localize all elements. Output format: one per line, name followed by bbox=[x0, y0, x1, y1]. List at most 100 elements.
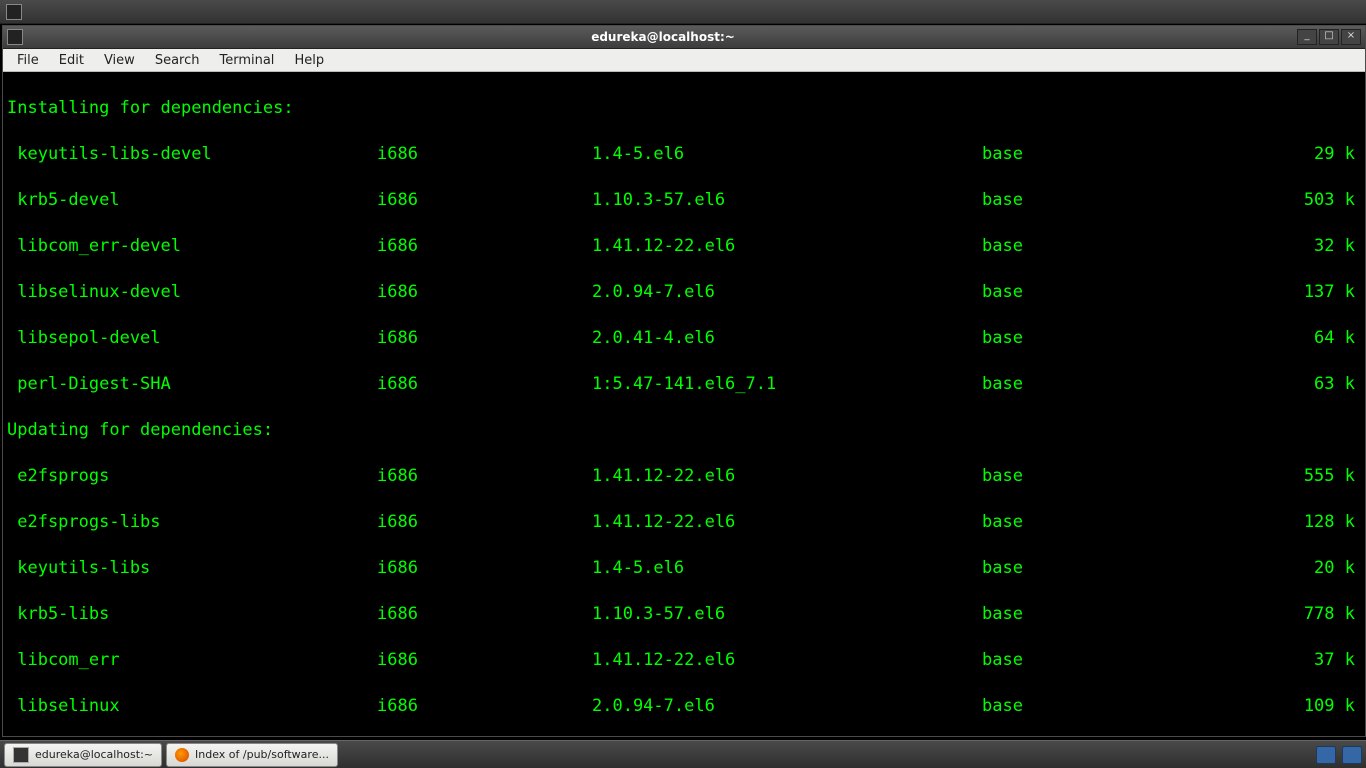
menu-view[interactable]: View bbox=[94, 51, 145, 70]
pkg-version: 2.0.41-4.el6 bbox=[592, 327, 982, 350]
close-button[interactable]: × bbox=[1341, 29, 1361, 45]
pkg-repo: base bbox=[982, 143, 1227, 166]
task-label: Index of /pub/software... bbox=[195, 748, 329, 761]
pkg-size: 37 k bbox=[1227, 649, 1361, 672]
pkg-row: libcom_err-develi6861.41.12-22.el6base32… bbox=[7, 235, 1361, 258]
bottom-taskbar: edureka@localhost:~ Index of /pub/softwa… bbox=[0, 740, 1366, 768]
tray-icon[interactable] bbox=[1316, 746, 1336, 764]
pkg-version: 1.41.12-22.el6 bbox=[592, 235, 982, 258]
pkg-size: 64 k bbox=[1227, 327, 1361, 350]
pkg-repo: base bbox=[982, 465, 1227, 488]
titlebar[interactable]: edureka@localhost:~ _ □ × bbox=[3, 26, 1365, 49]
pkg-version: 2.0.94-7.el6 bbox=[592, 695, 982, 718]
pkg-name: keyutils-libs bbox=[7, 557, 377, 580]
pkg-version: 1.41.12-22.el6 bbox=[592, 465, 982, 488]
firefox-icon bbox=[175, 748, 189, 762]
pkg-repo: base bbox=[982, 281, 1227, 304]
pkg-size: 63 k bbox=[1227, 373, 1361, 396]
pkg-repo: base bbox=[982, 327, 1227, 350]
pkg-row: e2fsprogs-libsi6861.41.12-22.el6base128 … bbox=[7, 511, 1361, 534]
menubar: File Edit View Search Terminal Help bbox=[3, 49, 1365, 72]
terminal-window: edureka@localhost:~ _ □ × File Edit View… bbox=[2, 25, 1366, 737]
pkg-name: e2fsprogs bbox=[7, 465, 377, 488]
terminal-viewport[interactable]: Installing for dependencies: keyutils-li… bbox=[3, 72, 1365, 736]
pkg-repo: base bbox=[982, 189, 1227, 212]
pkg-size: 29 k bbox=[1227, 143, 1361, 166]
pkg-arch: i686 bbox=[377, 695, 592, 718]
terminal-icon bbox=[13, 747, 29, 763]
pkg-row: keyutils-libsi6861.4-5.el6base20 k bbox=[7, 557, 1361, 580]
section-header: Updating for dependencies: bbox=[7, 419, 1361, 442]
pkg-arch: i686 bbox=[377, 465, 592, 488]
pkg-version: 1.4-5.el6 bbox=[592, 143, 982, 166]
pkg-size: 109 k bbox=[1227, 695, 1361, 718]
window-title: edureka@localhost:~ bbox=[31, 30, 1295, 44]
pkg-name: e2fsprogs-libs bbox=[7, 511, 377, 534]
pkg-arch: i686 bbox=[377, 143, 592, 166]
pkg-row: libsepol-develi6862.0.41-4.el6base64 k bbox=[7, 327, 1361, 350]
pkg-arch: i686 bbox=[377, 603, 592, 626]
panel-app-icon[interactable] bbox=[6, 4, 22, 20]
pkg-arch: i686 bbox=[377, 649, 592, 672]
pkg-arch: i686 bbox=[377, 373, 592, 396]
pkg-version: 1.4-5.el6 bbox=[592, 557, 982, 580]
menu-search[interactable]: Search bbox=[145, 51, 210, 70]
system-tray bbox=[1316, 746, 1362, 764]
pkg-version: 1.41.12-22.el6 bbox=[592, 649, 982, 672]
task-browser[interactable]: Index of /pub/software... bbox=[166, 743, 338, 767]
pkg-arch: i686 bbox=[377, 235, 592, 258]
pkg-size: 778 k bbox=[1227, 603, 1361, 626]
menu-terminal[interactable]: Terminal bbox=[209, 51, 284, 70]
pkg-arch: i686 bbox=[377, 281, 592, 304]
pkg-arch: i686 bbox=[377, 189, 592, 212]
pkg-arch: i686 bbox=[377, 511, 592, 534]
pkg-row: perl-Digest-SHAi6861:5.47-141.el6_7.1bas… bbox=[7, 373, 1361, 396]
pkg-name: libselinux-devel bbox=[7, 281, 377, 304]
menu-help[interactable]: Help bbox=[284, 51, 334, 70]
pkg-name: libcom_err bbox=[7, 649, 377, 672]
pkg-size: 20 k bbox=[1227, 557, 1361, 580]
tray-icon[interactable] bbox=[1342, 746, 1362, 764]
maximize-button[interactable]: □ bbox=[1319, 29, 1339, 45]
pkg-repo: base bbox=[982, 695, 1227, 718]
pkg-size: 137 k bbox=[1227, 281, 1361, 304]
pkg-version: 2.0.94-7.el6 bbox=[592, 281, 982, 304]
pkg-row: keyutils-libs-develi6861.4-5.el6base29 k bbox=[7, 143, 1361, 166]
minimize-button[interactable]: _ bbox=[1297, 29, 1317, 45]
pkg-name: krb5-devel bbox=[7, 189, 377, 212]
task-terminal[interactable]: edureka@localhost:~ bbox=[4, 743, 162, 767]
pkg-size: 32 k bbox=[1227, 235, 1361, 258]
pkg-arch: i686 bbox=[377, 557, 592, 580]
task-label: edureka@localhost:~ bbox=[35, 748, 153, 761]
pkg-size: 503 k bbox=[1227, 189, 1361, 212]
pkg-repo: base bbox=[982, 511, 1227, 534]
section-header: Installing for dependencies: bbox=[7, 97, 1361, 120]
pkg-name: libselinux bbox=[7, 695, 377, 718]
pkg-row: libselinuxi6862.0.94-7.el6base109 k bbox=[7, 695, 1361, 718]
pkg-repo: base bbox=[982, 235, 1227, 258]
pkg-version: 1.10.3-57.el6 bbox=[592, 189, 982, 212]
pkg-name: keyutils-libs-devel bbox=[7, 143, 377, 166]
pkg-row: krb5-libsi6861.10.3-57.el6base778 k bbox=[7, 603, 1361, 626]
desktop: edureka@localhost:~ _ □ × File Edit View… bbox=[0, 0, 1366, 768]
menu-edit[interactable]: Edit bbox=[49, 51, 94, 70]
pkg-repo: base bbox=[982, 557, 1227, 580]
pkg-version: 1:5.47-141.el6_7.1 bbox=[592, 373, 982, 396]
pkg-repo: base bbox=[982, 649, 1227, 672]
pkg-row: krb5-develi6861.10.3-57.el6base503 k bbox=[7, 189, 1361, 212]
pkg-row: e2fsprogsi6861.41.12-22.el6base555 k bbox=[7, 465, 1361, 488]
pkg-name: libsepol-devel bbox=[7, 327, 377, 350]
pkg-repo: base bbox=[982, 373, 1227, 396]
pkg-repo: base bbox=[982, 603, 1227, 626]
pkg-version: 1.10.3-57.el6 bbox=[592, 603, 982, 626]
pkg-row: libselinux-develi6862.0.94-7.el6base137 … bbox=[7, 281, 1361, 304]
pkg-name: perl-Digest-SHA bbox=[7, 373, 377, 396]
window-app-icon bbox=[7, 29, 23, 45]
pkg-row: libcom_erri6861.41.12-22.el6base37 k bbox=[7, 649, 1361, 672]
pkg-size: 555 k bbox=[1227, 465, 1361, 488]
top-panel bbox=[0, 0, 1366, 24]
pkg-arch: i686 bbox=[377, 327, 592, 350]
pkg-version: 1.41.12-22.el6 bbox=[592, 511, 982, 534]
menu-file[interactable]: File bbox=[7, 51, 49, 70]
pkg-size: 128 k bbox=[1227, 511, 1361, 534]
